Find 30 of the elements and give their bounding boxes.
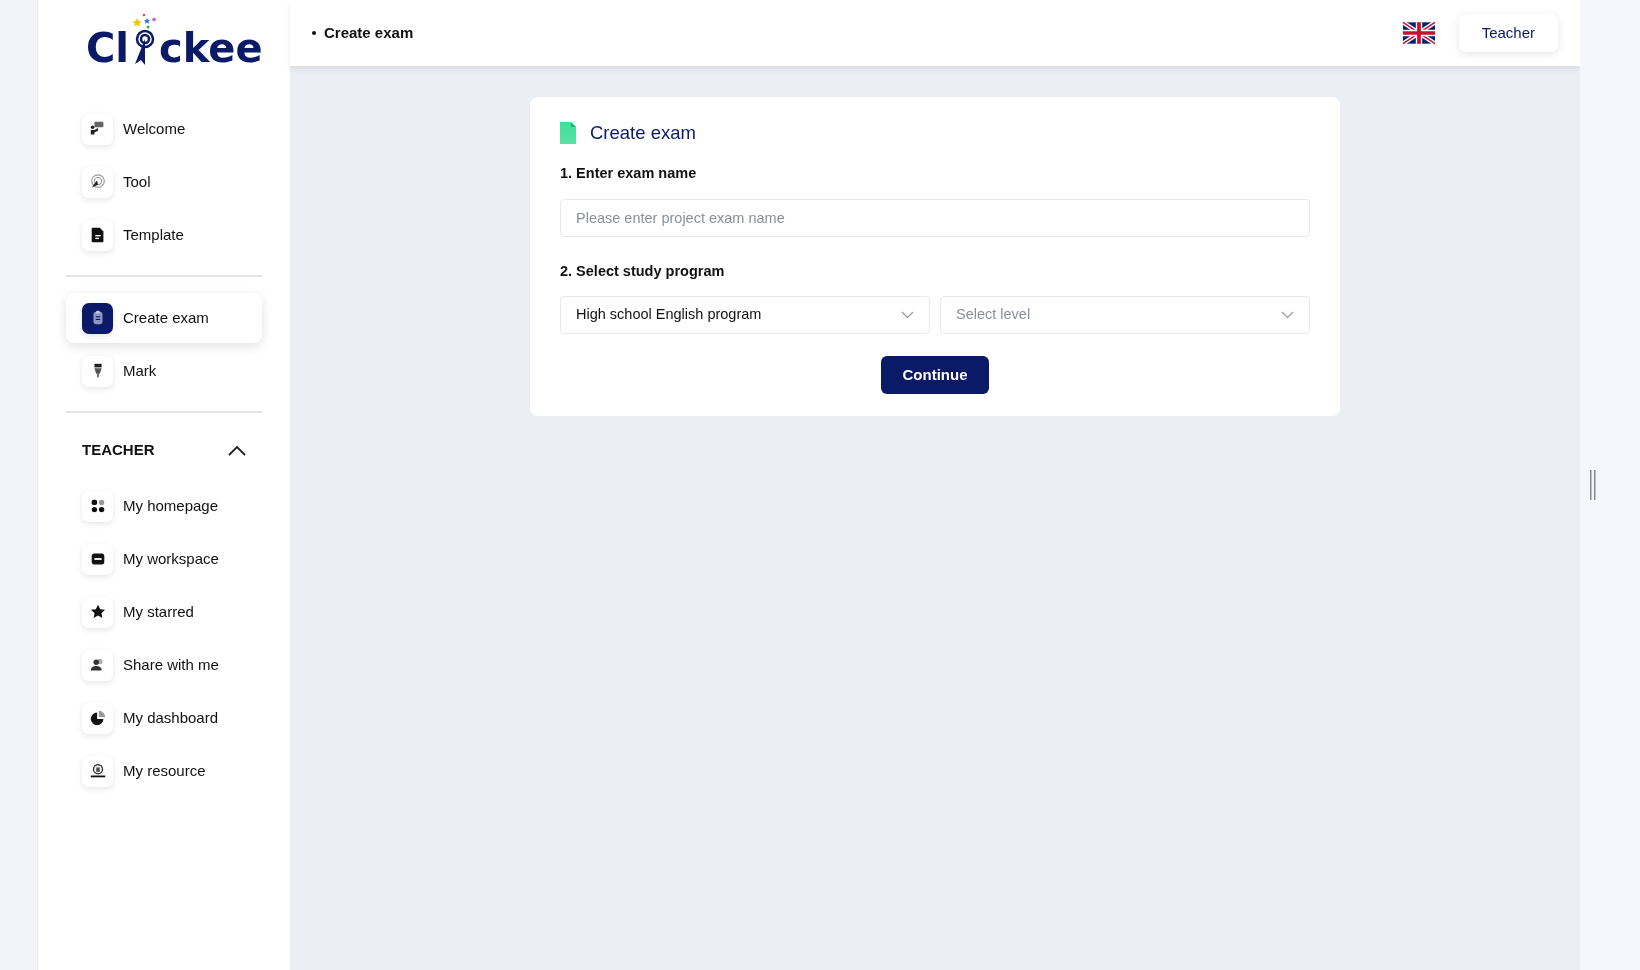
continue-button[interactable]: Continue — [881, 356, 989, 395]
field-label: 1. Enter exam name — [560, 163, 698, 183]
program-select[interactable]: High school English program — [560, 296, 930, 335]
resize-handle-icon[interactable] — [1590, 470, 1596, 500]
nav-item[interactable]: My dashboard — [66, 693, 262, 743]
chevron-up-icon[interactable] — [228, 444, 246, 456]
uk-flag-icon[interactable] — [1402, 21, 1435, 45]
field-label: 2. Select study program — [560, 261, 726, 281]
nav-item[interactable]: My resource — [66, 746, 262, 796]
nav-item[interactable]: Mark — [66, 346, 262, 396]
nav-item[interactable]: Share with me — [66, 640, 262, 690]
role-button[interactable]: Teacher — [1458, 13, 1558, 53]
nav-item[interactable]: My homepage — [66, 481, 262, 531]
exam-name-field[interactable]: Please enter project exam name — [560, 198, 1310, 237]
nav-item[interactable]: Welcome — [66, 104, 262, 154]
nav-item[interactable]: Tool — [66, 157, 262, 207]
form-title: Create exam — [590, 121, 696, 145]
chevron-down-icon — [901, 311, 914, 320]
nav-item[interactable]: My workspace — [66, 534, 262, 584]
breadcrumb: Create exam — [324, 22, 414, 43]
chevron-down-icon — [1281, 311, 1294, 320]
nav-item[interactable]: My starred — [66, 587, 262, 637]
section-title: TEACHER — [82, 439, 155, 460]
pie-chart-icon — [88, 709, 107, 727]
document-icon — [560, 121, 576, 144]
bullet-icon — [312, 31, 316, 35]
cursor-target-icon — [88, 173, 107, 191]
nav-item[interactable]: Template — [66, 210, 262, 260]
logo: Cl ckee — [86, 12, 263, 68]
nav-item[interactable]: Create exam — [66, 293, 262, 343]
